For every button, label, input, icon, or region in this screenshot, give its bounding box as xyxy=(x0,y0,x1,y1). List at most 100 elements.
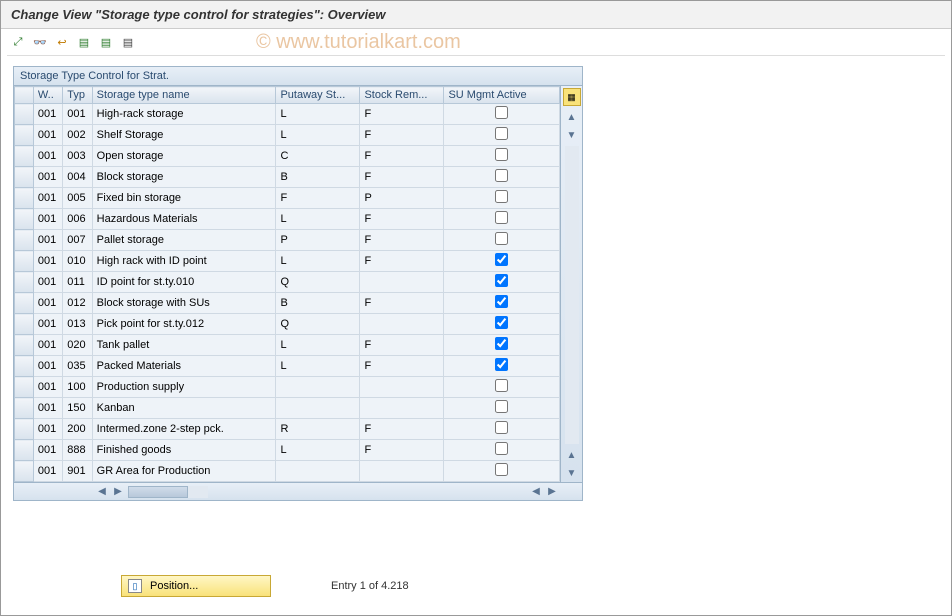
table-row[interactable]: 001011ID point for st.ty.010Q xyxy=(15,272,560,293)
scroll-right-icon[interactable]: ▶ xyxy=(544,484,560,500)
position-button[interactable]: ▯ Position... xyxy=(121,575,271,597)
su-checkbox[interactable] xyxy=(495,190,508,203)
cell-stock[interactable]: F xyxy=(360,167,444,188)
cell-name[interactable]: Pick point for st.ty.012 xyxy=(92,314,276,335)
col-stock[interactable]: Stock Rem... xyxy=(360,87,444,104)
cell-su[interactable] xyxy=(444,461,560,482)
cell-putaway[interactable]: Q xyxy=(276,272,360,293)
col-select[interactable] xyxy=(15,87,34,104)
vertical-scrollbar[interactable]: ▦ ▲ ▼ ▲ ▼ xyxy=(560,86,582,482)
cell-whs[interactable]: 001 xyxy=(33,335,62,356)
cell-su[interactable] xyxy=(444,377,560,398)
row-selector[interactable] xyxy=(15,293,34,314)
row-selector[interactable] xyxy=(15,146,34,167)
cell-stock[interactable]: F xyxy=(360,293,444,314)
save-icon[interactable]: ▤ xyxy=(75,33,93,51)
cell-whs[interactable]: 001 xyxy=(33,209,62,230)
table-row[interactable]: 001100Production supply xyxy=(15,377,560,398)
cell-putaway[interactable]: L xyxy=(276,251,360,272)
storage-type-table[interactable]: W.. Typ Storage type name Putaway St... … xyxy=(14,86,560,482)
su-checkbox[interactable] xyxy=(495,211,508,224)
su-checkbox[interactable] xyxy=(495,295,508,308)
cell-stock[interactable] xyxy=(360,398,444,419)
cell-putaway[interactable]: L xyxy=(276,209,360,230)
table-row[interactable]: 001035Packed MaterialsLF xyxy=(15,356,560,377)
cell-name[interactable]: Block storage with SUs xyxy=(92,293,276,314)
cell-whs[interactable]: 001 xyxy=(33,272,62,293)
cell-stock[interactable]: F xyxy=(360,104,444,125)
cell-name[interactable]: Hazardous Materials xyxy=(92,209,276,230)
cell-stock[interactable]: F xyxy=(360,230,444,251)
cell-name[interactable]: Pallet storage xyxy=(92,230,276,251)
row-selector[interactable] xyxy=(15,377,34,398)
cell-name[interactable]: Tank pallet xyxy=(92,335,276,356)
cell-name[interactable]: ID point for st.ty.010 xyxy=(92,272,276,293)
hscroll-thumb[interactable] xyxy=(128,486,188,498)
cell-su[interactable] xyxy=(444,251,560,272)
cell-name[interactable]: Fixed bin storage xyxy=(92,188,276,209)
table-row[interactable]: 001001High-rack storageLF xyxy=(15,104,560,125)
table-row[interactable]: 001020Tank palletLF xyxy=(15,335,560,356)
cell-putaway[interactable]: L xyxy=(276,440,360,461)
cell-su[interactable] xyxy=(444,272,560,293)
table-row[interactable]: 001200Intermed.zone 2-step pck.RF xyxy=(15,419,560,440)
cell-typ[interactable]: 005 xyxy=(63,188,92,209)
scroll-up-icon[interactable]: ▲ xyxy=(565,110,579,124)
cell-whs[interactable]: 001 xyxy=(33,125,62,146)
cell-stock[interactable]: F xyxy=(360,209,444,230)
cell-whs[interactable]: 001 xyxy=(33,398,62,419)
cell-putaway[interactable]: P xyxy=(276,230,360,251)
table-row[interactable]: 001013Pick point for st.ty.012Q xyxy=(15,314,560,335)
cell-typ[interactable]: 003 xyxy=(63,146,92,167)
row-selector[interactable] xyxy=(15,398,34,419)
row-selector[interactable] xyxy=(15,335,34,356)
table-row[interactable]: 001150Kanban xyxy=(15,398,560,419)
cell-stock[interactable]: F xyxy=(360,251,444,272)
cell-whs[interactable]: 001 xyxy=(33,419,62,440)
cell-whs[interactable]: 001 xyxy=(33,188,62,209)
scroll-left-icon[interactable]: ◀ xyxy=(94,484,110,500)
cell-su[interactable] xyxy=(444,146,560,167)
table-row[interactable]: 001901GR Area for Production xyxy=(15,461,560,482)
su-checkbox[interactable] xyxy=(495,316,508,329)
glasses-icon[interactable]: 👓 xyxy=(31,33,49,51)
su-checkbox[interactable] xyxy=(495,106,508,119)
row-selector[interactable] xyxy=(15,419,34,440)
su-checkbox[interactable] xyxy=(495,337,508,350)
cell-stock[interactable]: P xyxy=(360,188,444,209)
cell-su[interactable] xyxy=(444,209,560,230)
cell-name[interactable]: Block storage xyxy=(92,167,276,188)
cell-putaway[interactable]: C xyxy=(276,146,360,167)
col-whs[interactable]: W.. xyxy=(33,87,62,104)
scroll-down-icon[interactable]: ▼ xyxy=(565,466,579,480)
row-selector[interactable] xyxy=(15,440,34,461)
row-selector[interactable] xyxy=(15,356,34,377)
cell-su[interactable] xyxy=(444,293,560,314)
cell-putaway[interactable] xyxy=(276,461,360,482)
cell-whs[interactable]: 001 xyxy=(33,146,62,167)
su-checkbox[interactable] xyxy=(495,442,508,455)
col-name[interactable]: Storage type name xyxy=(92,87,276,104)
row-selector[interactable] xyxy=(15,125,34,146)
row-selector[interactable] xyxy=(15,230,34,251)
cell-typ[interactable]: 001 xyxy=(63,104,92,125)
cell-whs[interactable]: 001 xyxy=(33,440,62,461)
table-row[interactable]: 001888Finished goodsLF xyxy=(15,440,560,461)
cell-typ[interactable]: 150 xyxy=(63,398,92,419)
scroll-up-small-icon[interactable]: ▲ xyxy=(565,448,579,462)
cell-typ[interactable]: 888 xyxy=(63,440,92,461)
cell-typ[interactable]: 011 xyxy=(63,272,92,293)
cell-putaway[interactable]: R xyxy=(276,419,360,440)
table-row[interactable]: 001005Fixed bin storageFP xyxy=(15,188,560,209)
cell-typ[interactable]: 010 xyxy=(63,251,92,272)
cell-typ[interactable]: 004 xyxy=(63,167,92,188)
row-selector[interactable] xyxy=(15,461,34,482)
cell-whs[interactable]: 001 xyxy=(33,356,62,377)
table-row[interactable]: 001004Block storageBF xyxy=(15,167,560,188)
cell-putaway[interactable]: L xyxy=(276,104,360,125)
cell-putaway[interactable]: B xyxy=(276,167,360,188)
cell-name[interactable]: Finished goods xyxy=(92,440,276,461)
cell-name[interactable]: Open storage xyxy=(92,146,276,167)
col-su[interactable]: SU Mgmt Active xyxy=(444,87,560,104)
cell-putaway[interactable]: Q xyxy=(276,314,360,335)
